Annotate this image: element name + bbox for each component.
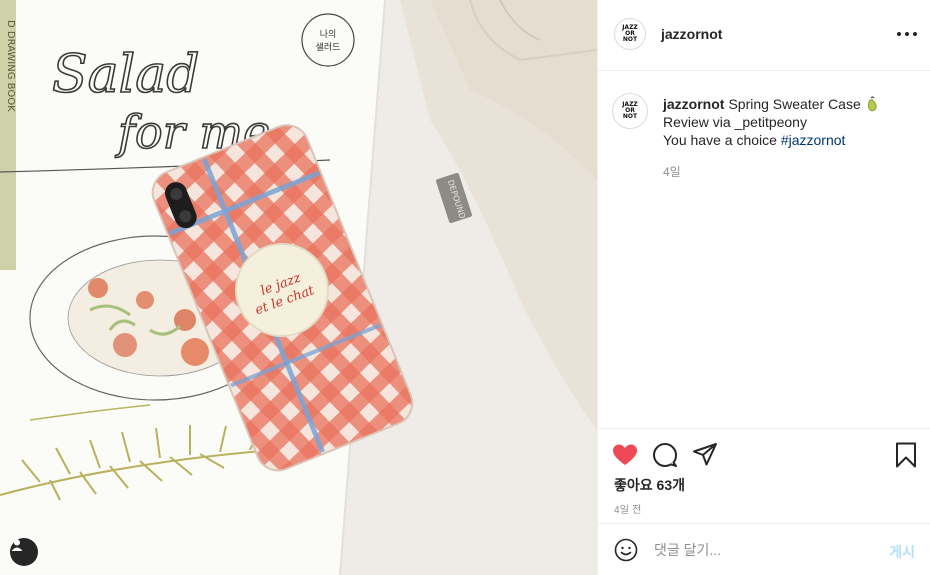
caption-line-3: You have a choice bbox=[663, 132, 777, 148]
avatar[interactable]: JAZZ OR NOT bbox=[614, 18, 646, 50]
post-date: 4일 전 bbox=[614, 505, 642, 516]
svg-text:나의: 나의 bbox=[320, 29, 337, 40]
post-actions: 좋아요 63개 4일 전 bbox=[598, 428, 930, 523]
caption-username[interactable]: jazzornot bbox=[663, 96, 724, 112]
svg-text:D DRAWING BOOK: D DRAWING BOOK bbox=[5, 20, 16, 112]
user-icon bbox=[11, 539, 23, 551]
post-image: DEPOUND D DRAWING BOOK Salad for me 나의 샐… bbox=[0, 0, 597, 575]
send-icon[interactable] bbox=[691, 441, 719, 469]
comment-bar: 게시 bbox=[598, 523, 930, 575]
more-options-button[interactable] bbox=[897, 27, 917, 41]
tagged-users-button[interactable] bbox=[10, 538, 38, 566]
caption-line-2: Review via _petitpeony bbox=[663, 114, 807, 130]
comment-input[interactable] bbox=[654, 538, 874, 562]
bookmark-icon[interactable] bbox=[892, 441, 920, 469]
post-photo[interactable]: DEPOUND D DRAWING BOOK Salad for me 나의 샐… bbox=[0, 0, 597, 575]
like-count[interactable]: 좋아요 63개 bbox=[614, 475, 685, 495]
post-comment-button[interactable]: 게시 bbox=[889, 542, 915, 562]
hashtag-link[interactable]: #jazzornot bbox=[781, 132, 846, 148]
caption-timestamp: 4일 bbox=[663, 165, 681, 179]
heart-icon[interactable] bbox=[611, 441, 639, 469]
more-icon bbox=[897, 32, 901, 36]
svg-text:Salad: Salad bbox=[52, 45, 200, 105]
caption-section: JAZZ OR NOT jazzornot Spring Sweater Case… bbox=[598, 71, 930, 428]
svg-text:샐러드: 샐러드 bbox=[316, 42, 341, 53]
pear-emoji-icon bbox=[867, 96, 877, 112]
comment-icon[interactable] bbox=[651, 441, 679, 469]
smiley-icon[interactable] bbox=[614, 538, 638, 562]
caption-avatar[interactable]: JAZZ OR NOT bbox=[612, 93, 648, 129]
post-sidebar: JAZZ OR NOT jazzornot JAZZ OR NOT jazzor… bbox=[597, 0, 930, 575]
post-author-username[interactable]: jazzornot bbox=[661, 26, 722, 42]
pop-grip: le jazz et le chat bbox=[235, 243, 329, 337]
caption-line-1: Spring Sweater Case bbox=[728, 96, 861, 112]
post-header: JAZZ OR NOT jazzornot bbox=[598, 0, 930, 71]
caption-text: jazzornot Spring Sweater Case Review via … bbox=[663, 95, 913, 149]
